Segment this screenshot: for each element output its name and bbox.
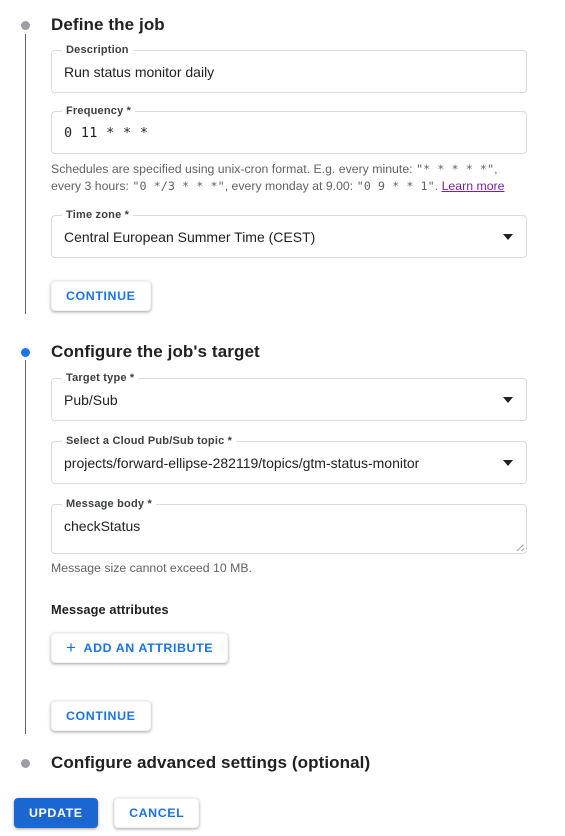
add-attribute-button[interactable]: + ADD AN ATTRIBUTE [51, 633, 229, 663]
add-attribute-label: ADD AN ATTRIBUTE [83, 641, 214, 655]
time-zone-label: Time zone * [62, 209, 134, 222]
step-dot-define-the-job [21, 21, 30, 30]
description-field[interactable]: Description Run status monitor daily [51, 44, 527, 93]
target-type-value: Pub/Sub [64, 392, 118, 408]
pubsub-topic-value: projects/forward-ellipse-282119/topics/g… [64, 455, 420, 471]
frequency-helper-cron-2: "0 */3 * * *" [132, 179, 225, 193]
cancel-button[interactable]: CANCEL [114, 798, 200, 828]
pubsub-topic-select[interactable]: Select a Cloud Pub/Sub topic * projects/… [51, 435, 527, 484]
step-title-define-the-job: Define the job [51, 15, 165, 34]
step-configure-target[interactable]: Configure the job's target [0, 341, 260, 363]
resize-grip-icon[interactable] [514, 541, 524, 551]
frequency-helper-cron-1: "* * * * *" [416, 162, 495, 176]
step-define-the-job[interactable]: Define the job [0, 14, 165, 36]
target-type-select[interactable]: Target type * Pub/Sub [51, 372, 527, 421]
time-zone-select[interactable]: Time zone * Central European Summer Time… [51, 209, 527, 258]
step-title-configure-target: Configure the job's target [51, 342, 260, 361]
frequency-field[interactable]: Frequency * 0 11 * * * [51, 105, 527, 154]
pubsub-topic-label: Select a Cloud Pub/Sub topic * [62, 435, 237, 448]
time-zone-value: Central European Summer Time (CEST) [64, 229, 316, 245]
step-dot-configure-target [21, 348, 30, 357]
description-value: Run status monitor daily [64, 64, 215, 80]
target-type-label: Target type * [62, 372, 139, 385]
continue-button-step1[interactable]: CONTINUE [51, 281, 151, 311]
step-configure-advanced-settings[interactable]: Configure advanced settings (optional) [0, 752, 370, 774]
step-connector-2 [25, 360, 26, 734]
frequency-helper-cron-3: "0 9 * * 1" [356, 179, 435, 193]
description-label: Description [62, 44, 133, 57]
learn-more-link[interactable]: Learn more [442, 179, 505, 193]
frequency-value: 0 11 * * * [64, 125, 149, 141]
step-title-advanced-settings: Configure advanced settings (optional) [51, 753, 371, 772]
message-body-helper-text: Message size cannot exceed 10 MB. [51, 561, 252, 575]
frequency-helper-part-4: . [434, 179, 442, 193]
configure-target-panel: Target type * Pub/Sub Select a Cloud Pub… [51, 364, 527, 731]
message-attributes-label: Message attributes [51, 602, 169, 617]
message-body-label: Message body * [62, 498, 156, 511]
step-connector-1 [25, 34, 26, 314]
frequency-helper-part-3: , every monday at 9.00: [224, 179, 357, 193]
update-button[interactable]: UPDATE [14, 798, 98, 828]
step-dot-advanced-settings [21, 759, 30, 768]
define-job-panel: Description Run status monitor daily Fre… [51, 36, 527, 311]
chevron-down-icon [503, 459, 513, 466]
frequency-helper-text: Schedules are specified using unix-cron … [51, 161, 521, 195]
message-body-field[interactable]: Message body * checkStatus [51, 498, 527, 554]
continue-button-step2[interactable]: CONTINUE [51, 701, 151, 731]
frequency-helper-part-1: Schedules are specified using unix-cron … [51, 162, 416, 176]
frequency-label: Frequency * [62, 105, 136, 118]
chevron-down-icon [503, 233, 513, 240]
footer-actions: UPDATE CANCEL [14, 798, 200, 828]
chevron-down-icon [503, 396, 513, 403]
